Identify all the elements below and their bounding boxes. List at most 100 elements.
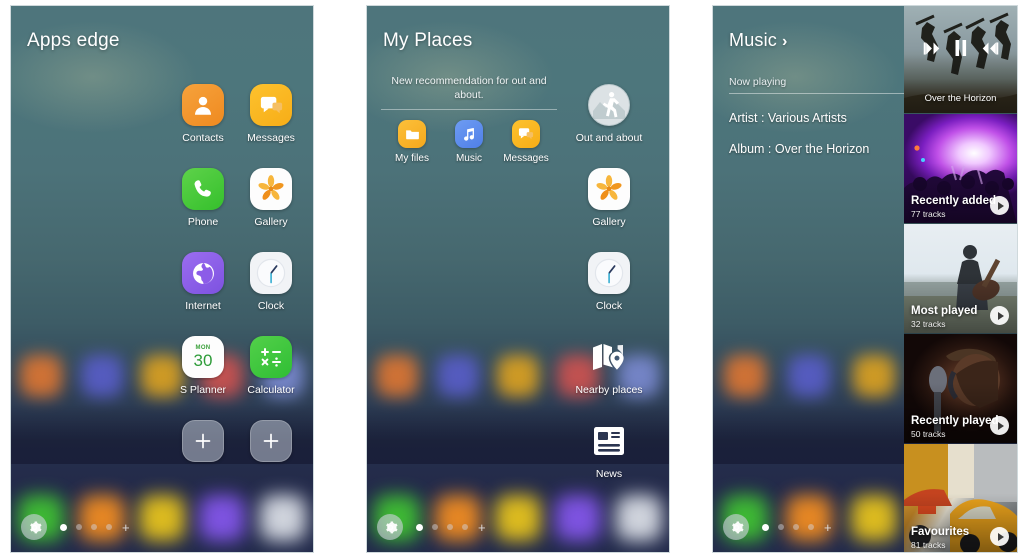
thumbnail-recently-added[interactable]: Recently added 77 tracks — [904, 114, 1017, 224]
app-s-planner[interactable]: MON 30 S Planner — [169, 336, 237, 396]
next-icon[interactable] — [981, 41, 1000, 61]
app-messages[interactable]: Messages — [237, 84, 305, 144]
add-page-icon[interactable]: + — [824, 521, 832, 534]
clock-icon — [250, 252, 292, 295]
prev-icon[interactable] — [922, 41, 941, 61]
add-app-slot-2[interactable] — [237, 420, 305, 463]
page-dots[interactable]: + — [416, 521, 486, 534]
app-label: Clock — [595, 300, 623, 313]
thumbnail-subtitle: 81 tracks — [911, 540, 946, 550]
calendar-icon: MON 30 — [182, 336, 224, 379]
app-label: Gallery — [592, 216, 626, 229]
app-clock[interactable]: Clock — [237, 252, 305, 312]
page-dots[interactable]: + — [762, 521, 832, 534]
news-icon — [588, 420, 630, 462]
app-my-files[interactable]: My files — [385, 120, 439, 165]
page-dots[interactable]: + — [60, 521, 130, 534]
phone-icon — [182, 168, 224, 211]
page-dot[interactable] — [762, 523, 769, 531]
walking-person-icon — [588, 84, 630, 126]
contacts-icon — [182, 84, 224, 126]
thumbnail-subtitle: 50 tracks — [911, 429, 946, 439]
gear-icon[interactable] — [21, 514, 47, 540]
panel-shadow-strip — [713, 404, 904, 464]
thumbnail-subtitle: 32 tracks — [911, 319, 946, 329]
divider — [729, 93, 907, 94]
app-label: Clock — [257, 300, 285, 313]
page-dot[interactable] — [416, 523, 423, 531]
gallery-icon — [250, 168, 292, 211]
app-internet[interactable]: Internet — [169, 252, 237, 312]
app-label: Phone — [187, 216, 219, 229]
thumbnail-favourites[interactable]: Favourites 81 tracks — [904, 444, 1017, 552]
page-dot[interactable] — [91, 524, 97, 530]
page-dot[interactable] — [808, 524, 814, 530]
apps-edge-grid: Contacts Messages Phone Gallery Internet… — [169, 84, 305, 486]
app-label: News — [595, 468, 623, 481]
page-dot[interactable] — [76, 524, 82, 530]
app-phone[interactable]: Phone — [169, 168, 237, 228]
thumbnail-title: Favourites — [911, 526, 970, 538]
page-dot[interactable] — [793, 524, 799, 530]
add-app-slot-1[interactable] — [169, 420, 237, 463]
edge-bottom-bar: + — [21, 514, 130, 540]
thumbnail-title: Over the Horizon — [924, 93, 997, 104]
app-news[interactable]: News — [575, 420, 643, 480]
play-icon[interactable] — [990, 306, 1009, 325]
thumbnail-now-playing[interactable]: Over the Horizon — [904, 6, 1017, 114]
app-clock[interactable]: Clock — [575, 252, 643, 312]
panel-my-places: My Places New recommendation for out and… — [366, 5, 670, 553]
app-gallery[interactable]: Gallery — [237, 168, 305, 228]
page-title-text: Music — [729, 30, 778, 50]
app-label: Contacts — [182, 132, 224, 144]
screenshot-stage: Apps edge Contacts Messages Phone Galler… — [0, 0, 1024, 558]
messages-icon — [250, 84, 292, 126]
messages-icon — [512, 120, 540, 149]
thumbnail-title: Recently played — [911, 415, 999, 427]
folder-icon — [398, 120, 426, 149]
pause-icon[interactable] — [954, 40, 968, 61]
app-nearby-places[interactable]: Nearby places — [575, 336, 643, 396]
calendar-date: 30 — [193, 351, 213, 371]
page-dot[interactable] — [432, 524, 438, 530]
add-page-icon[interactable]: + — [122, 521, 130, 534]
play-icon[interactable] — [990, 527, 1009, 546]
internet-icon — [182, 252, 224, 295]
app-gallery[interactable]: Gallery — [575, 168, 643, 228]
app-contacts[interactable]: Contacts — [169, 84, 237, 144]
app-label: S Planner — [179, 384, 227, 397]
gear-icon[interactable] — [377, 514, 403, 540]
plus-icon — [250, 420, 292, 463]
now-playing-label: Now playing — [729, 76, 787, 88]
gallery-icon — [588, 168, 630, 211]
divider — [381, 109, 557, 111]
background-app-row — [713, 346, 906, 406]
play-icon[interactable] — [990, 196, 1009, 215]
play-icon[interactable] — [990, 416, 1009, 435]
add-page-icon[interactable]: + — [478, 521, 486, 534]
recommendation-text: New recommendation for out and about. — [391, 75, 547, 102]
page-dot[interactable] — [778, 524, 784, 530]
app-label: Internet — [185, 300, 221, 313]
recommendation-card: New recommendation for out and about. My… — [381, 74, 557, 165]
app-music[interactable]: Music — [442, 120, 496, 165]
thumbnail-recently-played[interactable]: Recently played 50 tracks — [904, 334, 1017, 444]
page-title: My Places — [383, 30, 473, 51]
artist-line: Artist : Various Artists — [729, 111, 847, 125]
page-dot[interactable] — [447, 524, 453, 530]
page-dot[interactable] — [462, 524, 468, 530]
page-dot[interactable] — [60, 523, 67, 531]
app-label: Messages — [503, 153, 549, 165]
gear-icon[interactable] — [723, 514, 749, 540]
app-out-and-about[interactable]: Out and about — [575, 84, 643, 144]
calculator-icon — [250, 336, 292, 379]
app-calculator[interactable]: Calculator — [237, 336, 305, 396]
app-messages[interactable]: Messages — [499, 120, 553, 165]
thumbnail-title: Recently added — [911, 195, 996, 207]
plus-icon — [182, 420, 224, 463]
app-label: Music — [455, 153, 483, 165]
thumbnail-most-played[interactable]: Most played 32 tracks — [904, 224, 1017, 334]
page-dot[interactable] — [106, 524, 112, 530]
thumbnail-title: Most played — [911, 305, 978, 317]
page-title[interactable]: Music › — [729, 30, 788, 51]
